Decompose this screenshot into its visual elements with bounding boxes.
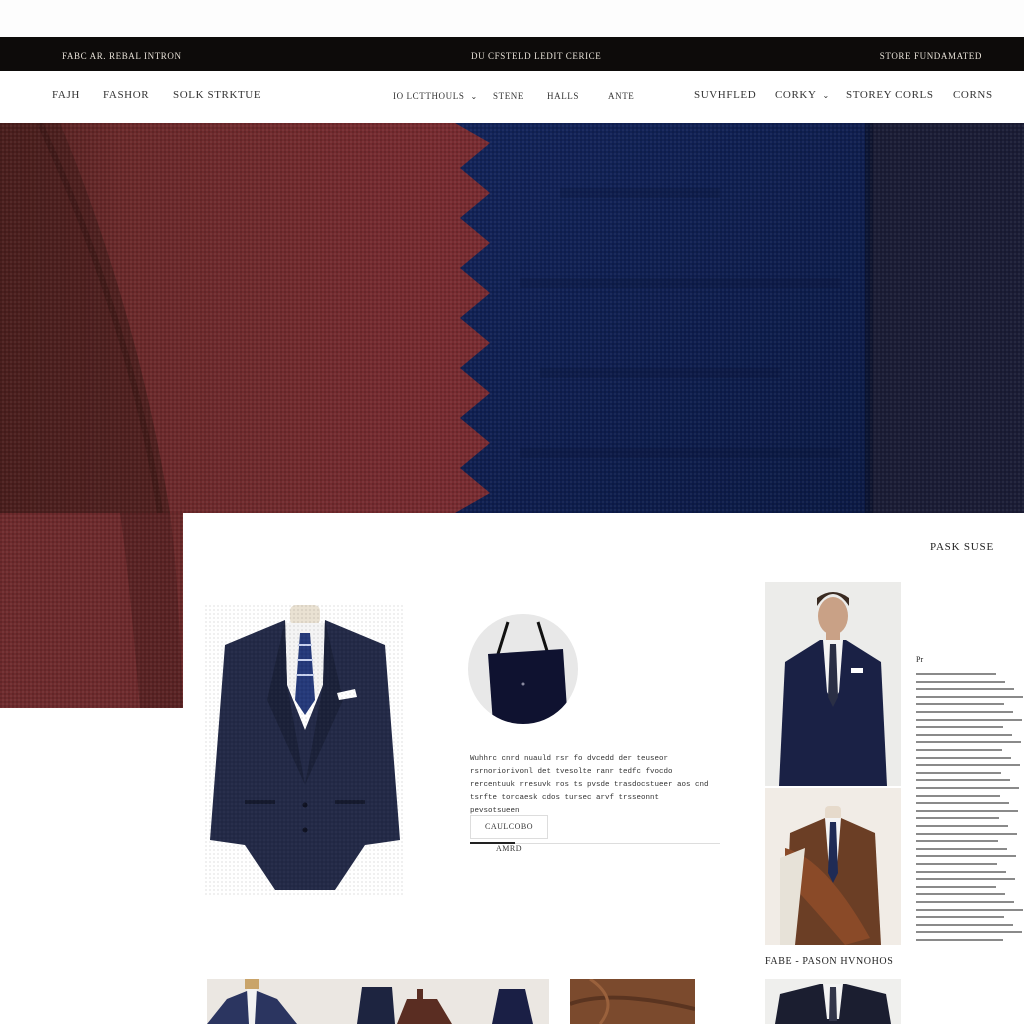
suit-jacket-image[interactable]	[205, 605, 405, 895]
article-text-line	[916, 809, 1018, 812]
announcement-left: FABC AR. REBAL INTRON	[62, 51, 182, 61]
article-text-line	[916, 916, 1004, 919]
article-text-line	[916, 893, 1005, 896]
fabric-overflow-image	[0, 513, 183, 708]
suit-jacket-icon	[205, 605, 405, 895]
suits-collection-image	[207, 979, 549, 1024]
panel-title: PASK SUSE	[930, 541, 994, 553]
nav-item-fashion[interactable]: FASHOR	[103, 89, 149, 101]
article-text-line	[916, 939, 1003, 941]
nav-item-home[interactable]: FAJH	[52, 89, 80, 101]
article-text-line	[916, 733, 1012, 736]
nav-item-collections[interactable]: IO LCTTHOULS ⌄	[393, 91, 478, 101]
article-text-line	[916, 787, 1019, 789]
article-text-line	[916, 703, 1004, 706]
article-text-line	[916, 832, 1017, 835]
article-text-line	[916, 771, 1001, 774]
progress-track	[470, 842, 720, 844]
announcement-bar: FABC AR. REBAL INTRON DU CFSTELD LEDIT C…	[0, 37, 1024, 71]
product-action-button[interactable]: CAULCOBO AMRD	[470, 815, 548, 853]
nav-item-storey-corls[interactable]: STOREY CORLS	[846, 89, 934, 101]
nav-item-ante[interactable]: ANTE	[608, 91, 634, 101]
article-text-line	[916, 885, 996, 888]
bag-thumbnail[interactable]	[468, 614, 578, 724]
handbag-icon	[488, 621, 568, 724]
article-text-line	[916, 680, 1005, 683]
article-text-line	[916, 779, 1010, 782]
hero-fabric-banner	[0, 123, 1024, 513]
article-text-line	[916, 863, 997, 865]
bottom-model-photo[interactable]	[765, 979, 901, 1024]
nav-item-structure[interactable]: SOLK STRKTUE	[173, 89, 261, 101]
article-text-line	[916, 870, 1006, 873]
nav-item-suvhfled[interactable]: SUVHFLED	[694, 89, 756, 101]
article-text-line	[916, 688, 1014, 691]
bottom-leather-detail[interactable]	[570, 979, 695, 1024]
article-label: Pr	[916, 655, 924, 664]
product-description: Wuhhrc cnrd nuauld rsr fo dvcedd der teu…	[470, 755, 709, 815]
model-photo-image	[765, 582, 901, 786]
main-nav: FAJH FASHOR SOLK STRKTUE IO LCTTHOULS ⌄ S…	[0, 71, 1024, 124]
article-text-line	[916, 802, 1009, 805]
article-text-line	[916, 749, 1002, 751]
article-text-line	[916, 711, 1013, 713]
nav-item-halls[interactable]: HALLS	[547, 91, 579, 101]
article-text-line	[916, 847, 1007, 850]
nav-item-collections-label: IO LCTTHOULS	[393, 91, 465, 101]
article-text-line	[916, 901, 1014, 903]
article-text-line	[916, 931, 1022, 934]
leather-texture-image	[570, 979, 695, 1024]
nav-item-corky[interactable]: CORKY ⌄	[775, 89, 830, 101]
article-text-line	[916, 825, 1008, 827]
model-photo-leather-jacket[interactable]	[765, 788, 901, 945]
chevron-down-icon: ⌄	[822, 91, 830, 100]
nav-item-stene[interactable]: STENE	[493, 91, 524, 101]
article-text-line	[916, 726, 1003, 729]
model-suit-image	[765, 979, 901, 1024]
article-text-line	[916, 878, 1015, 881]
nav-item-corns[interactable]: CORNS	[953, 89, 993, 101]
article-text-line	[916, 695, 1023, 698]
article-text-line	[916, 855, 1016, 858]
photo-caption: FABE - PASON HVNOHOS	[765, 956, 894, 967]
fabric-overflow	[0, 513, 183, 708]
bottom-product-strip[interactable]	[207, 979, 549, 1024]
chevron-down-icon: ⌄	[470, 92, 478, 101]
article-text-line	[916, 741, 1021, 744]
article-text-line	[916, 817, 999, 820]
progress-fill	[470, 842, 515, 844]
article-text-line	[916, 756, 1011, 759]
top-margin	[0, 0, 1024, 37]
product-panel: PASK SUSE Wuhhrc cnrd nuauld rsr fo dvce…	[183, 513, 1024, 1024]
model-photo-navy-suit[interactable]	[765, 582, 901, 786]
article-text-line	[916, 794, 1000, 797]
announcement-right: STORE FUNDAMATED	[879, 51, 982, 61]
article-text-line	[916, 718, 1022, 721]
article-text-line	[916, 764, 1020, 767]
article-text-line	[916, 673, 996, 675]
article-text-line	[916, 840, 998, 843]
leather-jacket-image	[765, 788, 901, 945]
nav-item-corky-label: CORKY	[775, 89, 817, 101]
article-text-line	[916, 923, 1013, 926]
announcement-center: DU CFSTELD LEDIT CERICE	[471, 51, 602, 61]
fabric-swatches-image	[0, 123, 1024, 513]
article-text-line	[916, 908, 1023, 911]
